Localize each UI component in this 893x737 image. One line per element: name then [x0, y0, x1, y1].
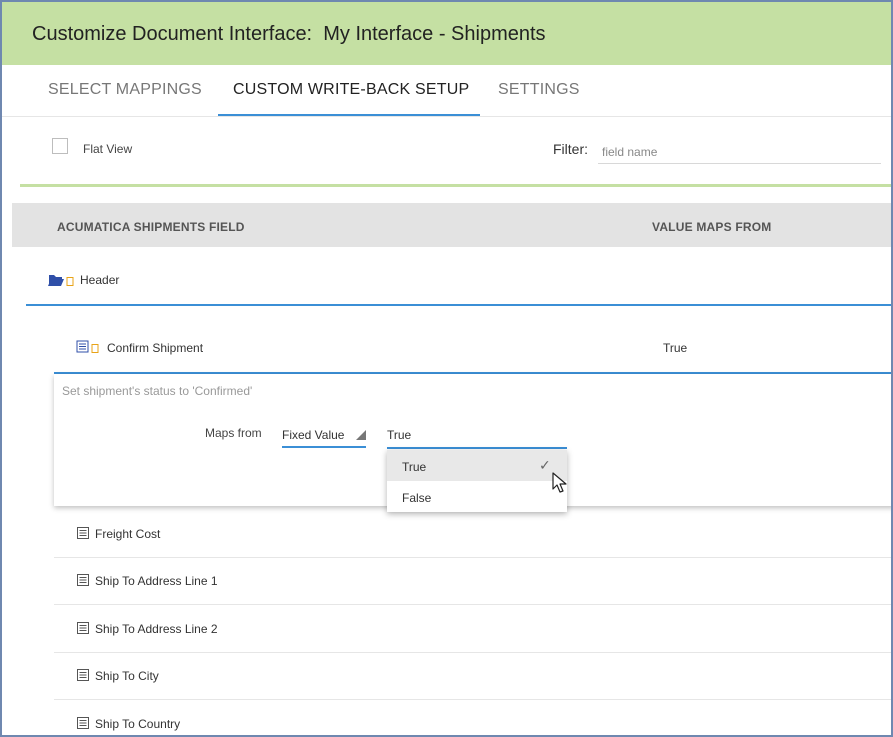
table-row[interactable]: Ship To Address Line 1	[54, 557, 891, 605]
dropdown-option-true[interactable]: True ✓	[387, 450, 567, 481]
tab-bar: SELECT MAPPINGS CUSTOM WRITE-BACK SETUP …	[2, 65, 891, 117]
field-list-icon	[76, 340, 99, 353]
table-row[interactable]: Freight Cost	[54, 510, 891, 558]
open-folder-icon	[48, 275, 74, 286]
filter-label: Filter:	[553, 141, 588, 157]
checkmark-icon: ✓	[539, 457, 551, 473]
tab-custom-write-back-setup[interactable]: CUSTOM WRITE-BACK SETUP	[233, 81, 469, 99]
fixed-value-select[interactable]: True	[387, 424, 567, 449]
group-row-header[interactable]: Header	[26, 260, 891, 304]
table-row-confirm-shipment[interactable]: Confirm Shipment True	[54, 328, 891, 372]
field-list-icon	[77, 717, 89, 729]
fixed-value-text: True	[387, 428, 412, 442]
table-row[interactable]: Ship To Country	[54, 700, 891, 735]
row-value: True	[663, 341, 688, 355]
maps-from-type-select[interactable]: Fixed Value	[282, 424, 366, 448]
column-header-field: ACUMATICA SHIPMENTS FIELD	[57, 220, 245, 234]
title-bar: Customize Document Interface: My Interfa…	[2, 2, 891, 65]
field-list-icon	[77, 527, 89, 539]
table-row[interactable]: Ship To Address Line 2	[54, 605, 891, 653]
value-dropdown-menu: True ✓ False	[387, 450, 567, 512]
window-title: Customize Document Interface: My Interfa…	[32, 23, 546, 45]
row-label: Freight Cost	[95, 527, 161, 541]
column-header-value: VALUE MAPS FROM	[652, 220, 772, 234]
dropdown-option-false[interactable]: False	[387, 481, 567, 512]
field-description: Set shipment's status to 'Confirmed'	[62, 384, 253, 398]
row-label: Confirm Shipment	[107, 341, 204, 355]
field-list-icon	[77, 574, 89, 586]
maps-from-type-value: Fixed Value	[282, 428, 345, 442]
dropdown-arrow-icon	[356, 430, 366, 440]
field-list-icon	[77, 669, 89, 681]
table-row[interactable]: Ship To City	[54, 652, 891, 700]
flat-view-label: Flat View	[83, 142, 133, 156]
grid-header: ACUMATICA SHIPMENTS FIELD VALUE MAPS FRO…	[12, 203, 891, 247]
active-tab-indicator	[218, 114, 480, 116]
section-divider	[20, 184, 891, 187]
field-list-icon	[77, 622, 89, 634]
tab-select-mappings[interactable]: SELECT MAPPINGS	[48, 81, 202, 99]
group-row-underline	[26, 304, 891, 306]
flat-view-checkbox[interactable]	[52, 138, 68, 154]
dialog-window: Customize Document Interface: My Interfa…	[0, 0, 893, 737]
row-label: Ship To Country	[95, 717, 181, 731]
row-label: Ship To City	[95, 669, 159, 683]
maps-from-label: Maps from	[205, 426, 262, 440]
filter-input[interactable]	[598, 140, 881, 164]
tab-settings[interactable]: SETTINGS	[498, 81, 580, 99]
row-label: Ship To Address Line 1	[95, 574, 218, 588]
group-label: Header	[80, 273, 120, 287]
row-label: Ship To Address Line 2	[95, 622, 218, 636]
option-label: True	[402, 460, 427, 474]
option-label: False	[402, 491, 432, 505]
mouse-pointer-icon	[552, 472, 567, 493]
